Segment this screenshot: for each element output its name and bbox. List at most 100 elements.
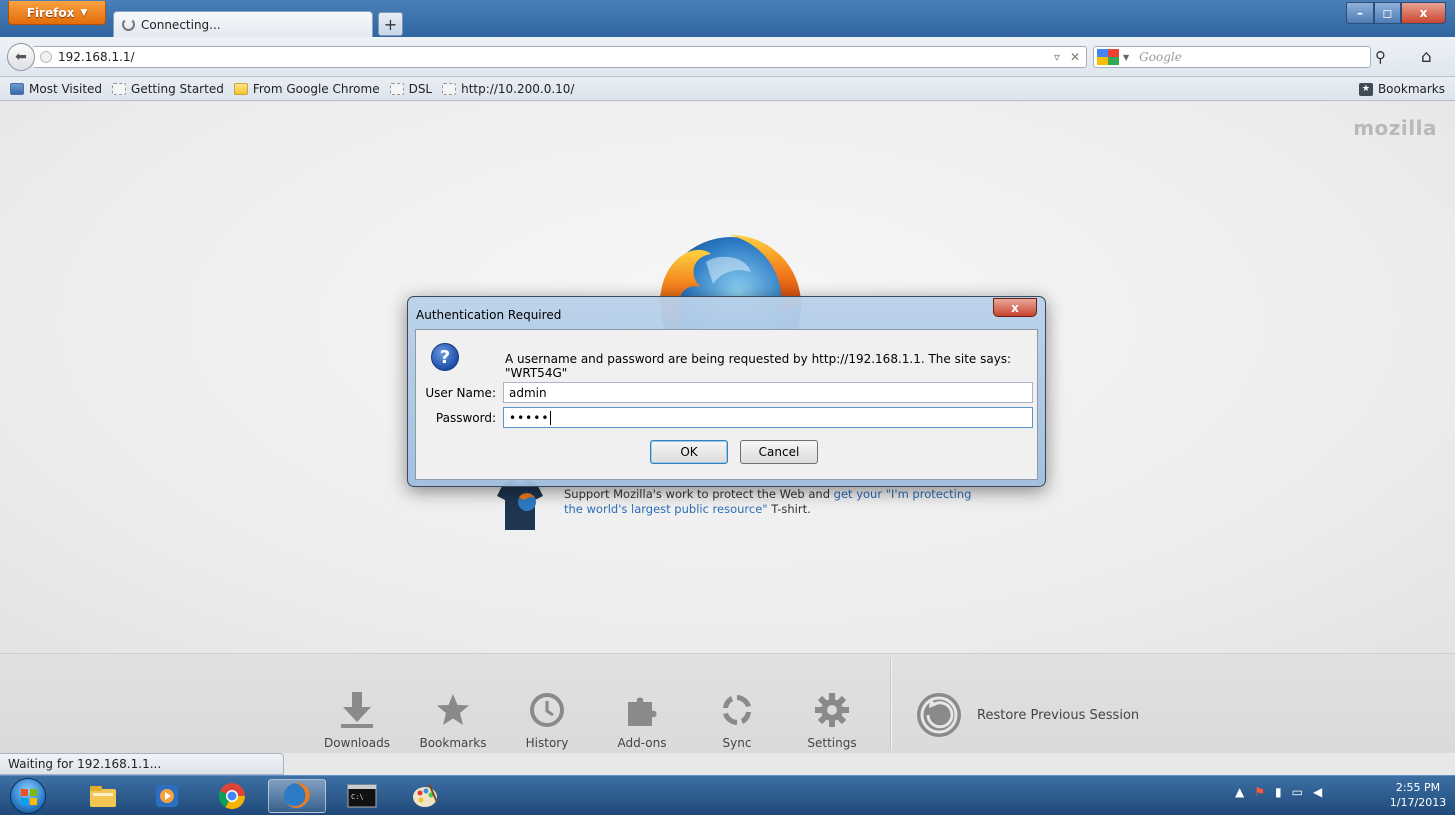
navigation-toolbar: 192.168.1.1/ ▿ ✕ ⬅ ▼ Google ⚲ ⌂ [0,37,1455,77]
password-value: ••••• [509,410,550,425]
gear-icon [815,693,849,727]
launcher-label: Downloads [324,736,390,750]
bookmark-label: Most Visited [29,81,103,96]
chevron-down-icon: ▼ [80,7,88,18]
launcher-bookmarks[interactable]: Bookmarks [418,692,488,750]
launcher-add-ons[interactable]: Add-ons [607,692,677,750]
firefox-menu-button[interactable]: Firefox ▼ [8,1,106,25]
dialog-close-button[interactable]: x [993,298,1037,317]
question-icon: ? [431,343,459,371]
volume-icon[interactable]: ◀ [1313,785,1322,799]
google-search-engine-icon[interactable] [1097,49,1119,65]
bookmark-dsl[interactable]: DSL [389,81,433,96]
status-bar: Waiting for 192.168.1.1... [0,753,284,775]
taskbar-file-explorer[interactable] [74,779,132,813]
page-icon [442,82,457,95]
username-field[interactable]: admin [503,382,1033,403]
taskbar-firefox[interactable] [268,779,326,813]
status-text: Waiting for 192.168.1.1... [8,757,162,771]
launcher-history[interactable]: History [512,692,582,750]
engine-dropdown-icon[interactable]: ▼ [1123,53,1129,62]
launcher-label: Bookmarks [419,736,487,750]
launcher-label: Sync [722,736,752,750]
auth-message: A username and password are being reques… [505,352,1012,380]
support-text-end: T-shirt. [767,502,811,516]
launcher-settings[interactable]: Settings [797,692,867,750]
launcher-label: Add-ons [617,736,667,750]
firefox-icon [284,782,310,809]
bookmark-from-google-chrome[interactable]: From Google Chrome [233,81,380,96]
bookmark-10-200-0-10[interactable]: http://10.200.0.10/ [442,82,574,96]
clock-icon [530,693,564,727]
tshirt-link[interactable]: get your "I'm protecting [834,487,972,501]
url-text: 192.168.1.1/ [58,50,135,64]
restore-session-label: Restore Previous Session [977,707,1140,723]
star-icon [437,694,469,725]
dialog-title: Authentication Required [416,308,562,322]
url-bar[interactable]: 192.168.1.1/ ▿ ✕ [34,46,1087,68]
password-field[interactable]: ••••• [503,407,1033,428]
bookmark-getting-started[interactable]: Getting Started [112,82,224,96]
taskbar-clock[interactable]: 2:55 PM 1/17/2013 [1388,780,1448,810]
support-text: Support Mozilla's work to protect the We… [564,487,834,501]
launcher-downloads[interactable]: Downloads [322,692,392,750]
username-label: User Name: [425,386,496,400]
site-identity-icon[interactable] [40,51,52,63]
window-close-button[interactable]: x [1401,2,1446,24]
launcher-sync[interactable]: Sync [702,692,772,750]
tab-connecting[interactable]: Connecting... [113,11,373,37]
loading-spinner-icon [122,18,135,31]
bookmarks-star-icon: ★ [1358,82,1373,96]
bookmark-label: DSL [408,81,433,96]
restore-session-icon [917,693,961,737]
cancel-button[interactable]: Cancel [740,440,818,464]
start-button[interactable] [10,778,46,814]
bookmark-label: From Google Chrome [252,81,380,96]
most-visited-icon [10,82,24,95]
taskbar-media-player[interactable] [138,779,196,813]
clock-time: 2:55 PM [1395,781,1441,794]
title-bar: Firefox ▼ Connecting... + – ◻ x [0,0,1455,37]
svg-text:C:\: C:\ [351,793,364,801]
search-icon[interactable]: ⚲ [1375,48,1386,66]
chrome-icon [218,783,246,810]
folder-library-icon [90,786,116,807]
action-center-flag-icon[interactable]: ⚑ [1254,785,1265,799]
show-hidden-icons-icon[interactable]: ▲ [1235,785,1244,799]
bookmark-most-visited[interactable]: Most Visited [10,82,102,96]
page-icon [389,82,404,95]
system-tray: ▲ ⚑ ▮ ▭ ◀ [1235,785,1322,799]
new-tab-button[interactable]: + [378,12,403,36]
dialog-body: ? A username and password are being requ… [415,329,1038,480]
tshirt-link-continued[interactable]: the world's largest public resource" [564,502,768,516]
arrow-left-icon: ⬅ [15,49,27,65]
launcher-label: Settings [807,736,857,750]
battery-icon[interactable]: ▮ [1275,785,1282,799]
history-dropdown-icon[interactable]: ▿ [1054,50,1060,64]
puzzle-icon [628,697,657,726]
taskbar-paint[interactable] [396,779,454,813]
taskbar-chrome[interactable] [203,779,261,813]
stop-icon[interactable]: ✕ [1070,50,1080,64]
page-icon [112,82,127,95]
download-icon [341,692,373,728]
minimize-button[interactable]: – [1346,2,1374,24]
bookmark-label: Getting Started [131,81,224,96]
tshirt-icon [497,480,543,530]
bookmarks-menu-button[interactable]: ★ Bookmarks [1358,82,1445,96]
restore-session-button[interactable]: Restore Previous Session [915,691,1139,739]
maximize-button[interactable]: ◻ [1374,2,1401,24]
folder-icon [233,82,248,95]
tab-title: Connecting... [141,17,221,32]
network-icon[interactable]: ▭ [1292,785,1303,799]
home-icon[interactable]: ⌂ [1421,47,1432,67]
search-bar[interactable]: ▼ Google [1093,46,1371,68]
bookmarks-menu-label: Bookmarks [1377,82,1445,96]
sync-icon [723,695,751,725]
taskbar-command-prompt[interactable]: C:\ [333,779,391,813]
username-value: admin [509,385,547,400]
back-button[interactable]: ⬅ [7,43,35,71]
ok-button[interactable]: OK [650,440,728,464]
text-cursor [550,410,552,425]
bookmarks-toolbar: Most Visited Getting Started From Google… [0,77,1455,101]
